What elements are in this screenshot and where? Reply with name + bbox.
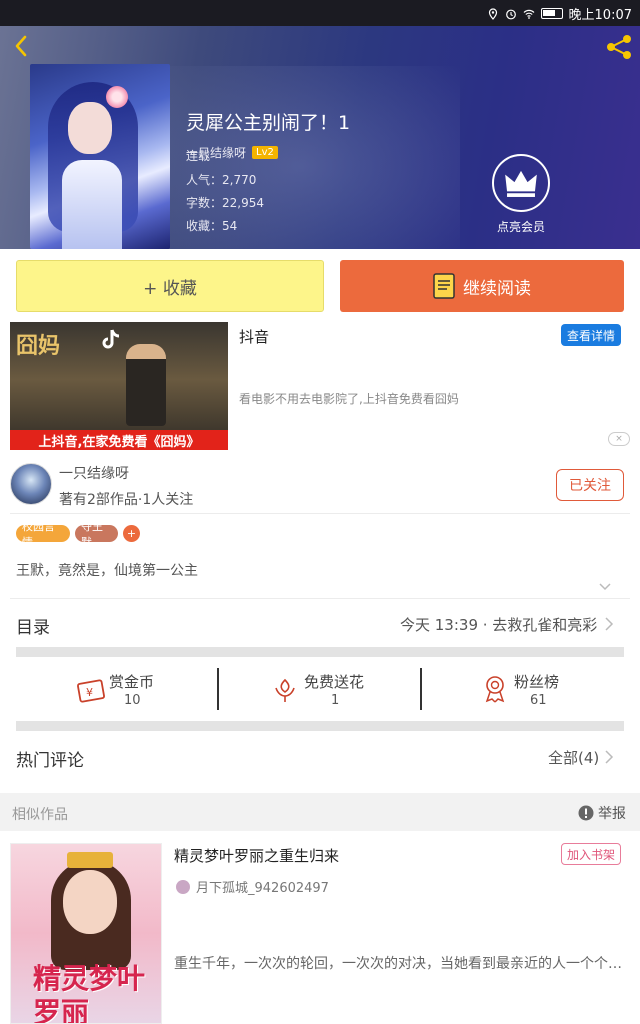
back-arrow-icon[interactable]	[10, 34, 34, 58]
coin-icon: ¥	[77, 679, 105, 703]
share-icon[interactable]	[604, 32, 634, 62]
vip-button[interactable]	[492, 154, 550, 212]
book-icon	[433, 273, 455, 299]
ad-thumbnail[interactable]: 囧妈 上抖音,在家免费看《囧妈》	[10, 322, 228, 450]
free-flowers[interactable]: 免费送花 1	[272, 668, 382, 714]
ad-close-button[interactable]: ×	[608, 432, 630, 446]
avatar[interactable]	[10, 463, 52, 505]
similar-book-author: 月下孤城_942602497	[176, 877, 329, 896]
section-separator	[16, 721, 624, 731]
vip-label: 点亮会员	[496, 220, 545, 234]
similar-works-label: 相似作品	[12, 807, 68, 823]
chevron-down-icon[interactable]	[598, 582, 612, 592]
favorite-count: 收藏：54	[186, 219, 238, 233]
similar-book-cover[interactable]: 精灵梦叶罗丽	[10, 843, 162, 1024]
crown-icon	[505, 170, 537, 197]
stat-value: 61	[530, 693, 547, 708]
book-header: 灵犀公主别闹了！1 一只结缘呀 Lv2 连载 人气：2,770 字数：22,95…	[0, 26, 640, 249]
section-separator	[16, 647, 624, 657]
reward-coins[interactable]: ¥ 赏金币 10	[76, 668, 196, 714]
battery-icon	[540, 8, 563, 19]
chevron-right-icon	[605, 750, 614, 764]
level-badge: Lv2	[252, 146, 278, 159]
wifi-icon	[523, 9, 534, 19]
divider	[10, 513, 630, 514]
ad-detail-button[interactable]: 查看详情	[561, 324, 621, 346]
similar-book-description: 重生千年，一次次的轮回，一次次的对决，当她看到最亲近的人一个个离去	[174, 956, 622, 972]
ad-title-art: 囧妈	[16, 334, 61, 359]
book-detail-screen: 晚上10:07 灵犀公主别闹了！1 一只结缘呀 Lv2 连载 人气：2,770 …	[0, 0, 640, 1024]
word-count: 字数：22,954	[186, 196, 264, 210]
catalog-label[interactable]: 目录	[16, 613, 50, 638]
popularity: 人气：2,770	[186, 173, 257, 187]
fan-ranking[interactable]: 粉丝榜 61	[482, 668, 582, 714]
continue-reading-label: 继续阅读	[463, 278, 531, 299]
all-comments-link[interactable]: 全部(4)	[548, 747, 599, 768]
divider	[217, 668, 219, 710]
stat-value: 10	[124, 693, 141, 708]
svg-text:¥: ¥	[86, 686, 93, 699]
stat-value: 1	[331, 693, 340, 708]
divider	[420, 668, 422, 710]
synopsis: 王默，竟然是，仙境第一公主	[16, 563, 198, 579]
follow-button[interactable]: 已关注	[556, 469, 624, 501]
warning-icon	[578, 805, 594, 821]
book-cover[interactable]	[30, 64, 170, 249]
similar-header	[0, 793, 640, 831]
cover-title-art: 精灵梦叶罗丽	[33, 962, 146, 1024]
status-bar: 晚上10:07	[0, 0, 640, 26]
report-button[interactable]: 举报	[578, 803, 626, 823]
catalog-latest-chapter[interactable]: 今天 13:39 · 去救孔雀和亮彩	[400, 614, 597, 635]
medal-icon	[485, 676, 505, 703]
add-tag-button[interactable]: +	[123, 525, 140, 542]
add-to-shelf-button[interactable]: 加入书架	[561, 843, 621, 865]
chevron-right-icon	[605, 617, 614, 631]
location-icon	[488, 7, 497, 20]
serial-status: 连载	[186, 149, 211, 163]
ad-person	[126, 344, 166, 426]
ad-description: 看电影不用去电影院了,上抖音免费看囧妈	[239, 392, 459, 406]
hot-comments-label: 热门评论	[16, 751, 84, 771]
flower-icon	[275, 678, 295, 702]
divider	[10, 598, 630, 599]
favorite-button[interactable]: + 收藏	[16, 260, 324, 312]
report-label: 举报	[598, 806, 626, 822]
similar-author-name: 月下孤城_942602497	[196, 881, 329, 896]
book-title: 灵犀公主别闹了！1	[186, 112, 351, 134]
alarm-icon	[505, 9, 516, 19]
tag-wang-mo[interactable]: 夺王默	[75, 520, 118, 549]
author-name[interactable]: 一只结缘呀	[59, 463, 129, 483]
stat-label: 粉丝榜	[514, 673, 560, 691]
ad-banner: 上抖音,在家免费看《囧妈》	[10, 430, 228, 450]
stat-label: 赏金币	[109, 673, 155, 691]
author-avatar-icon	[176, 879, 190, 894]
continue-reading-button[interactable]: 继续阅读	[340, 260, 624, 312]
tag-campus-romance[interactable]: 校园言情	[16, 520, 70, 549]
status-time: 晚上10:07	[568, 8, 632, 23]
author-stats: 著有2部作品·1人关注	[59, 492, 194, 508]
ad-name: 抖音	[239, 328, 270, 346]
similar-book-title[interactable]: 精灵梦叶罗丽之重生归来	[174, 845, 339, 866]
douyin-logo-icon	[102, 329, 120, 349]
stat-label: 免费送花	[304, 673, 365, 691]
